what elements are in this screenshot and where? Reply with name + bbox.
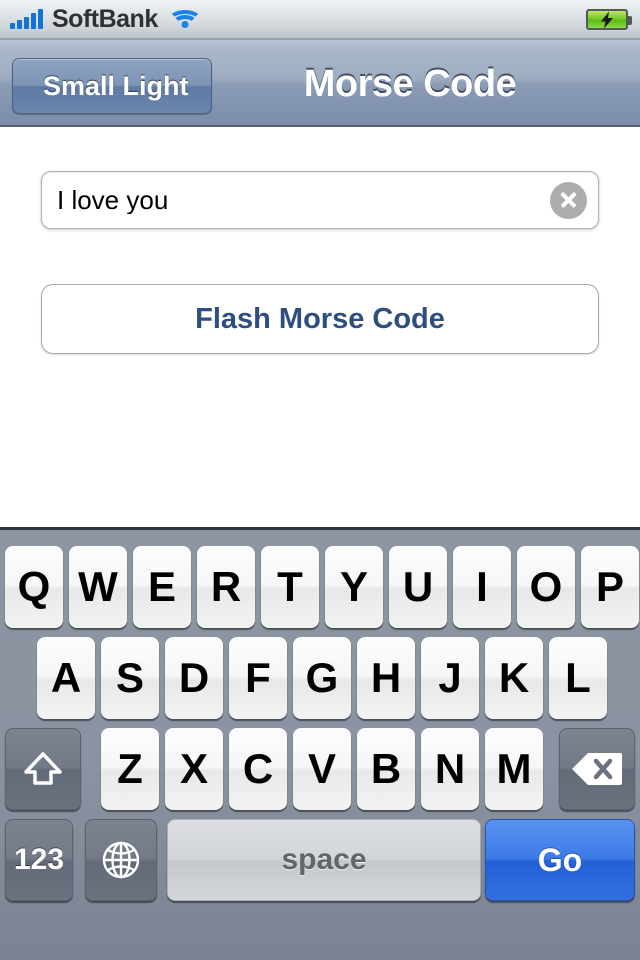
key-d[interactable]: D	[165, 637, 223, 719]
key-u[interactable]: U	[389, 546, 447, 628]
phone-screen: SoftBank Small Light Morse Code I love y…	[0, 0, 640, 960]
key-x[interactable]: X	[165, 728, 223, 810]
globe-icon	[102, 841, 140, 879]
morse-text-field[interactable]: I love you	[41, 171, 599, 229]
key-i[interactable]: I	[453, 546, 511, 628]
key-j[interactable]: J	[421, 637, 479, 719]
on-screen-keyboard: Q W E R T Y U I O P A S D F G H J K L Z …	[0, 527, 640, 960]
keyboard-row-1: Q W E R T Y U I O P	[0, 546, 640, 628]
space-key[interactable]: space	[167, 819, 481, 901]
key-q[interactable]: Q	[5, 546, 63, 628]
key-r[interactable]: R	[197, 546, 255, 628]
key-z[interactable]: Z	[101, 728, 159, 810]
morse-text-input[interactable]: I love you	[42, 186, 550, 214]
carrier-name: SoftBank	[52, 4, 158, 33]
key-a[interactable]: A	[37, 637, 95, 719]
shift-key[interactable]	[5, 728, 81, 810]
globe-key[interactable]	[85, 819, 157, 901]
key-o[interactable]: O	[517, 546, 575, 628]
key-g[interactable]: G	[293, 637, 351, 719]
key-k[interactable]: K	[485, 637, 543, 719]
key-y[interactable]: Y	[325, 546, 383, 628]
key-h[interactable]: H	[357, 637, 415, 719]
key-p[interactable]: P	[581, 546, 639, 628]
key-m[interactable]: M	[485, 728, 543, 810]
navigation-bar: Small Light Morse Code	[0, 40, 640, 127]
shift-arrow-icon	[24, 752, 62, 785]
key-s[interactable]: S	[101, 637, 159, 719]
key-w[interactable]: W	[69, 546, 127, 628]
numeric-key[interactable]: 123	[5, 819, 73, 901]
key-v[interactable]: V	[293, 728, 351, 810]
keyboard-row-2: A S D F G H J K L	[0, 637, 640, 719]
key-e[interactable]: E	[133, 546, 191, 628]
return-key[interactable]: Go	[485, 819, 635, 901]
key-c[interactable]: C	[229, 728, 287, 810]
page-title: Morse Code	[303, 63, 517, 105]
keyboard-row-3: Z X C V B N M	[0, 728, 640, 810]
status-bar: SoftBank	[0, 0, 640, 40]
key-f[interactable]: F	[229, 637, 287, 719]
backspace-icon	[572, 753, 622, 785]
key-t[interactable]: T	[261, 546, 319, 628]
key-b[interactable]: B	[357, 728, 415, 810]
keyboard-row-4: 123 space Go	[0, 819, 640, 901]
battery-charging-icon	[586, 9, 632, 30]
content-area: I love you Flash Morse Code	[0, 129, 640, 527]
flash-morse-code-button-label: Flash Morse Code	[195, 302, 445, 335]
signal-strength-icon	[10, 9, 43, 29]
wifi-icon	[167, 8, 202, 30]
key-l[interactable]: L	[549, 637, 607, 719]
flash-morse-code-button[interactable]: Flash Morse Code	[41, 284, 599, 354]
lightning-bolt-icon	[601, 11, 613, 28]
delete-key[interactable]	[559, 728, 635, 810]
clear-circle-icon[interactable]	[550, 181, 587, 219]
key-n[interactable]: N	[421, 728, 479, 810]
